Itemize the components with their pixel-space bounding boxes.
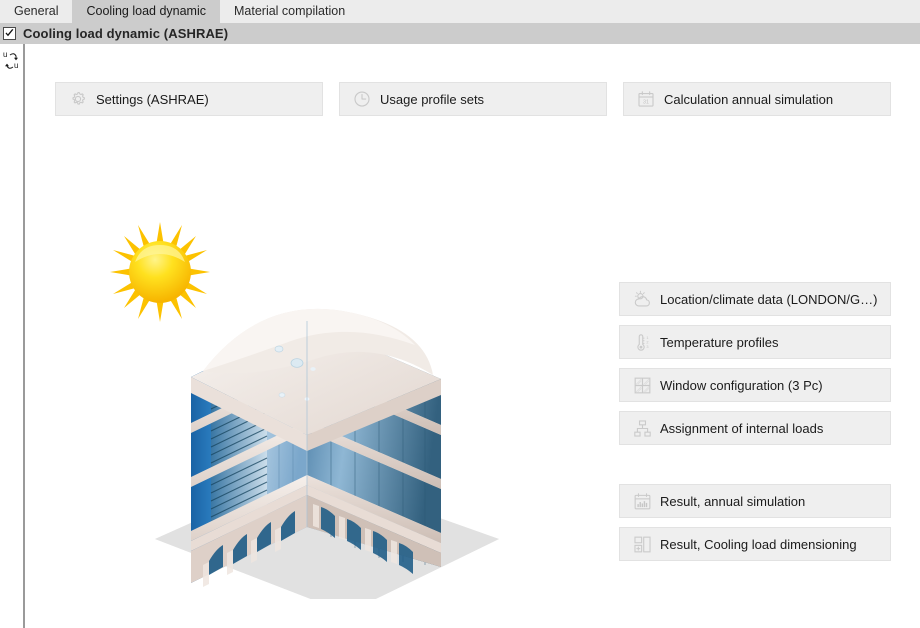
svg-text:u: u [14,61,18,70]
tab-general-label: General [14,4,59,19]
tab-cooling-load-dynamic[interactable]: Cooling load dynamic [72,0,220,23]
window-configuration-button[interactable]: Window configuration (3 Pc) [619,368,891,402]
rotate-text-icon[interactable]: u u [3,48,23,70]
tab-general[interactable]: General [0,0,73,23]
svg-text:u: u [3,50,7,59]
result-annual-simulation-label: Result, annual simulation [660,493,806,509]
temperature-profiles-button[interactable]: 1 2 3 Temperature profiles [619,325,891,359]
left-rail: u u [0,44,25,628]
result-annual-simulation-button[interactable]: Result, annual simulation [619,484,891,518]
calculation-annual-simulation-button[interactable]: 31 Calculation annual simulation [623,82,891,116]
settings-ashrae-button[interactable]: Settings (ASHRAE) [55,82,323,116]
window-configuration-label: Window configuration (3 Pc) [660,377,823,393]
svg-text:31: 31 [643,100,649,106]
assignment-internal-loads-label: Assignment of internal loads [660,420,824,436]
tab-cooling-load-dynamic-label: Cooling load dynamic [86,4,206,19]
result-cooling-load-dimensioning-button[interactable]: Result, Cooling load dimensioning [619,527,891,561]
calendar-icon: 31 [633,88,659,110]
content-pane: Settings (ASHRAE) Usage profile sets 31 … [27,44,920,628]
sun-icon [110,222,210,322]
settings-ashrae-label: Settings (ASHRAE) [96,91,209,107]
calendar-chart-icon [629,490,655,512]
assignment-internal-loads-button[interactable]: Assignment of internal loads [619,411,891,445]
result-cooling-load-dimensioning-label: Result, Cooling load dimensioning [660,536,857,552]
section-header: Cooling load dynamic (ASHRAE) [0,23,920,44]
sun-cloud-icon [629,288,655,310]
gear-icon [65,88,91,110]
tab-bar: General Cooling load dynamic Material co… [0,0,920,23]
svg-text:1: 1 [646,336,648,340]
clock-icon [349,88,375,110]
thermometer-icon: 1 2 3 [629,331,655,353]
temperature-profiles-label: Temperature profiles [660,334,779,350]
calculation-annual-simulation-label: Calculation annual simulation [664,91,834,107]
svg-text:2: 2 [646,340,648,344]
location-climate-data-button[interactable]: Location/climate data (LONDON/G…) [619,282,891,316]
usage-profile-sets-label: Usage profile sets [380,91,485,107]
panels-layout-icon [629,533,655,555]
page-title: Cooling load dynamic (ASHRAE) [23,26,229,41]
hierarchy-tree-icon [629,417,655,439]
tab-material-compilation[interactable]: Material compilation [220,0,360,23]
office-building-illustration [110,222,499,613]
enable-checkbox[interactable] [3,27,16,40]
isometric-office-building-with-sun [107,209,527,613]
tab-material-compilation-label: Material compilation [234,4,346,19]
svg-text:3: 3 [646,344,648,348]
usage-profile-sets-button[interactable]: Usage profile sets [339,82,607,116]
location-climate-data-label: Location/climate data (LONDON/G…) [660,291,878,307]
window-grid-icon [629,374,655,396]
check-icon [5,29,14,37]
